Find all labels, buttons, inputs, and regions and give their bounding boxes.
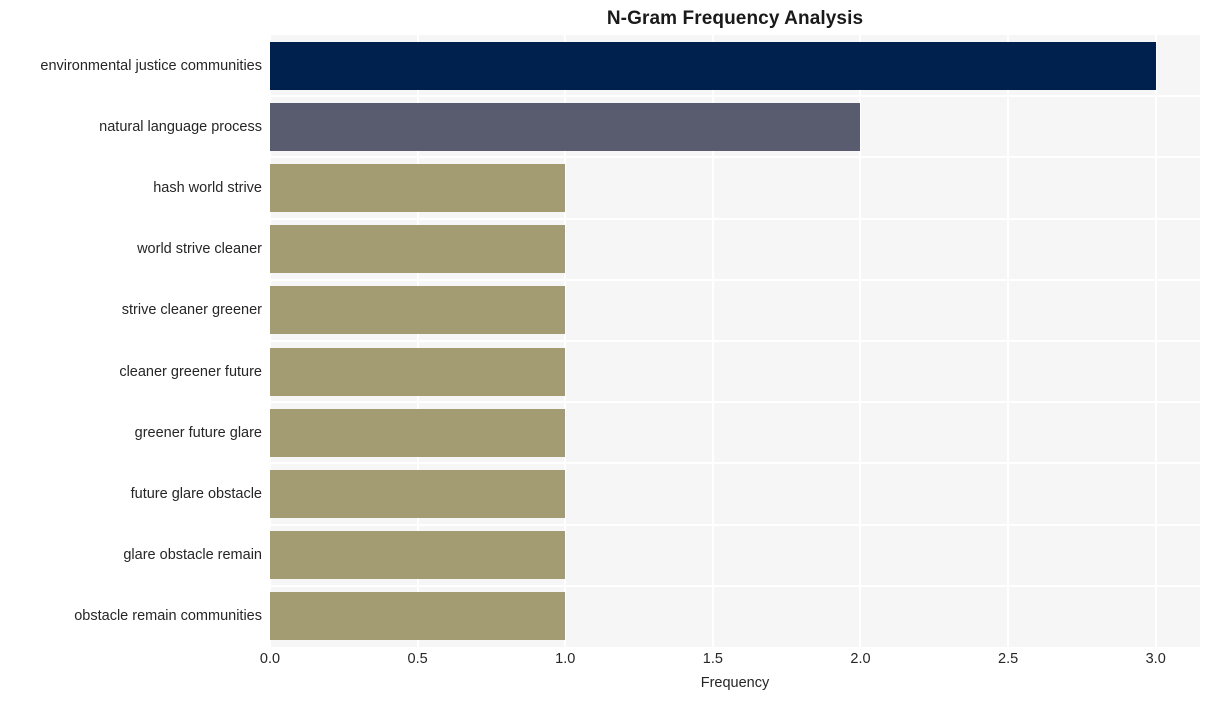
bar bbox=[270, 41, 1156, 90]
gridline-horizontal bbox=[270, 584, 1200, 587]
y-axis-label: greener future glare bbox=[134, 424, 262, 441]
gridline-horizontal bbox=[270, 462, 1200, 465]
y-axis-label: strive cleaner greener bbox=[121, 302, 262, 319]
x-axis-title: Frequency bbox=[700, 675, 770, 691]
y-axis-label: hash world strive bbox=[153, 180, 262, 196]
x-axis-tick-label: 0.0 bbox=[259, 651, 281, 667]
y-axis-label: glare obstacle remain bbox=[123, 547, 262, 564]
x-axis-tick-labels: 0.0 0.5 1.0 1.5 2.0 2.5 3.0 bbox=[260, 650, 1200, 672]
gridline-horizontal bbox=[270, 401, 1200, 404]
gridline-horizontal bbox=[270, 217, 1200, 220]
bar bbox=[270, 286, 566, 335]
bar bbox=[270, 531, 566, 580]
y-axis-label: natural language process bbox=[99, 118, 262, 135]
chart-title: N-Gram Frequency Analysis bbox=[606, 8, 864, 29]
gridline-horizontal bbox=[270, 156, 1200, 159]
x-axis-tick-label: 2.0 bbox=[850, 651, 871, 667]
bar bbox=[270, 347, 566, 396]
gridline-horizontal bbox=[270, 278, 1200, 281]
y-axis-category-labels: environmental justice communities natural… bbox=[0, 35, 262, 647]
x-axis-tick-label: 3.0 bbox=[1145, 651, 1166, 667]
y-axis-label: environmental justice communities bbox=[40, 57, 262, 74]
bar bbox=[270, 225, 566, 274]
plot-area bbox=[270, 35, 1200, 647]
y-axis-label: cleaner greener future bbox=[119, 363, 262, 380]
y-axis-label: obstacle remain communities bbox=[74, 608, 262, 625]
bar bbox=[270, 408, 566, 457]
chart-figure: N-Gram Frequency Analysis environmental … bbox=[0, 0, 1209, 701]
x-axis-tick-label: 1.0 bbox=[555, 651, 576, 667]
bar bbox=[270, 164, 566, 212]
bar bbox=[270, 470, 566, 518]
x-axis-tick-label: 0.5 bbox=[407, 651, 428, 667]
gridline-horizontal bbox=[270, 523, 1200, 526]
y-axis-label: future glare obstacle bbox=[130, 486, 262, 502]
bar bbox=[270, 102, 861, 151]
x-axis-tick-label: 2.5 bbox=[998, 651, 1019, 667]
gridline-horizontal bbox=[270, 95, 1200, 98]
x-axis-tick-label: 1.5 bbox=[702, 651, 723, 667]
y-axis-label: world strive cleaner bbox=[137, 241, 262, 258]
bar bbox=[270, 592, 566, 641]
gridline-horizontal bbox=[270, 340, 1200, 342]
